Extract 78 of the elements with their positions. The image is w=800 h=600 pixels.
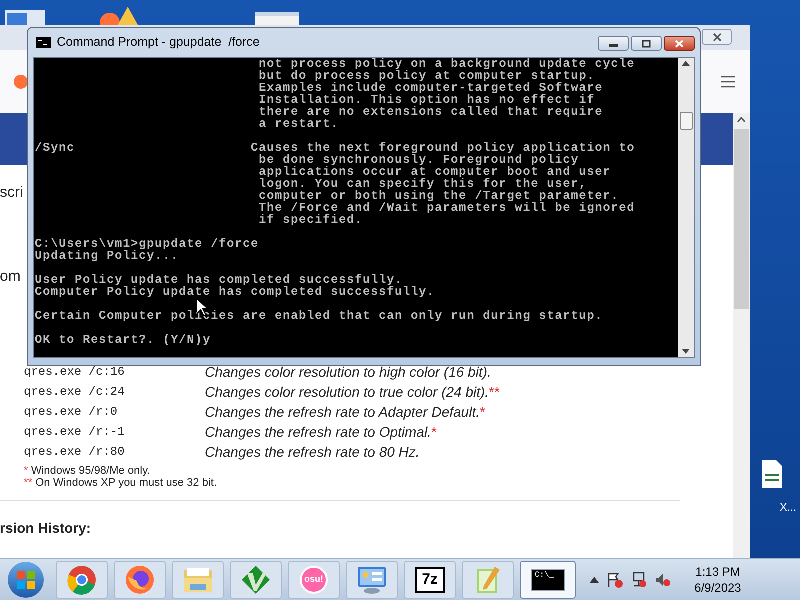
command-cell-text: qres.exe /r:-1 — [24, 424, 126, 441]
speaker-icon[interactable] — [655, 572, 671, 588]
scrollbar[interactable] — [733, 113, 750, 558]
taskbar-button[interactable] — [346, 560, 398, 598]
description-cell-text: Changes the refresh rate to 80 Hz. — [205, 442, 420, 462]
console-line: User Policy update has completed successfully. — [35, 274, 404, 286]
console-icon — [36, 37, 51, 48]
7zip-logo: 7z — [415, 566, 445, 592]
firefox-icon — [14, 74, 28, 88]
maximize-icon — [642, 40, 651, 48]
console-line: but do process policy at computer startup. — [258, 70, 596, 82]
footnote: * Windows 95/98/Me only. — [24, 465, 152, 477]
close-icon — [675, 40, 684, 48]
console-line: Computer Policy update has completed successfully. — [35, 286, 436, 298]
taskbar-button[interactable] — [114, 560, 166, 598]
command-cell-text: qres.exe /r:80 — [24, 444, 126, 461]
document-icon — [762, 460, 782, 488]
console-line: computer or both using the /Target parameter. — [258, 190, 620, 202]
minimize-icon — [609, 44, 618, 47]
scroll-up-icon[interactable] — [737, 117, 746, 123]
scroll-down-icon[interactable] — [682, 349, 690, 354]
windows-logo-icon — [17, 570, 35, 588]
close-icon — [712, 32, 722, 42]
clock-time: 1:13 PM — [696, 564, 740, 580]
console-line: a restart. — [258, 118, 340, 130]
description-cell-text: Changes the refresh rate to Optimal.* — [205, 422, 437, 442]
taskbar-button[interactable] — [230, 560, 282, 598]
window-title: Command Prompt - gpupdate /force — [57, 34, 261, 52]
console-line: /Sync Causes the next foreground policy application to — [35, 142, 636, 154]
console-line: C:\Users\vm1>gpupdate /force — [35, 238, 260, 250]
console-line: logon. You can specify this for the user, — [258, 178, 588, 190]
clock-date: 6/9/2023 — [694, 580, 742, 596]
console-scrollbar[interactable] — [678, 58, 694, 357]
description-cell-text: Changes color resolution to true color (24 bit).** — [205, 382, 500, 402]
close-button[interactable] — [702, 29, 732, 45]
description-cell-text: Changes color resolution to high color (16 bit). — [205, 362, 492, 382]
menu-icon[interactable] — [721, 76, 735, 88]
flag-icon[interactable] — [607, 572, 623, 588]
console-line: Examples include computer-targeted Software — [258, 82, 604, 94]
control-panel-icon — [356, 564, 388, 594]
close-button[interactable] — [664, 36, 695, 51]
maximize-button[interactable] — [631, 36, 662, 51]
command-cell-text: qres.exe /r:0 — [24, 404, 119, 421]
chrome-icon — [67, 564, 97, 594]
console-line: OK to Restart?. (Y/N)y — [35, 334, 212, 346]
window-icon — [255, 12, 299, 26]
command-cell-text: qres.exe /c:24 — [24, 384, 126, 401]
minimize-button[interactable] — [598, 36, 629, 51]
console-line: be done synchronously. Foreground policy — [258, 154, 580, 166]
clock[interactable]: 1:13 PM 6/9/2023 — [687, 564, 749, 596]
description-cell-text: Changes the refresh rate to Adapter Default.* — [205, 402, 486, 422]
scroll-up-icon[interactable] — [682, 61, 690, 66]
console-line: not process policy on a background update cycle — [258, 58, 636, 70]
console-line: there are no extensions called that require — [258, 106, 604, 118]
section-heading: rsion History: — [0, 519, 92, 538]
taskbar-button[interactable]: C:\_ — [520, 560, 576, 598]
taskbar-button[interactable] — [56, 560, 108, 598]
show-hidden-icons[interactable] — [590, 576, 599, 582]
console-line: if specified. — [258, 214, 364, 226]
console-line: applications occur at computer boot and user — [258, 166, 612, 178]
command-cell-text: qres.exe /c:16 — [24, 364, 126, 381]
scroll-thumb[interactable] — [734, 129, 749, 309]
console-line: Installation. This option has no effect if — [258, 94, 596, 106]
osu-logo: osu! — [300, 566, 328, 594]
console-line: The /Force and /Wait parameters will be ignored — [258, 202, 636, 214]
console-line: Certain Computer policies are enabled that can only run during startup. — [35, 310, 604, 322]
console-line: Updating Policy... — [35, 250, 180, 262]
footnote: ** On Windows XP you must use 32 bit. — [24, 477, 218, 489]
desktop-icon-label[interactable]: X... — [780, 500, 797, 516]
vim-icon — [241, 564, 271, 594]
cmd-logo: C:\_ — [531, 568, 565, 590]
start-button[interactable] — [8, 562, 44, 598]
heading-fragment: scri — [0, 183, 24, 203]
firefox-icon — [125, 564, 155, 594]
heading-fragment: om — [0, 267, 21, 287]
network-icon[interactable] — [631, 572, 647, 588]
scroll-thumb[interactable] — [680, 112, 692, 130]
taskbar-button[interactable]: 7z — [404, 560, 456, 598]
